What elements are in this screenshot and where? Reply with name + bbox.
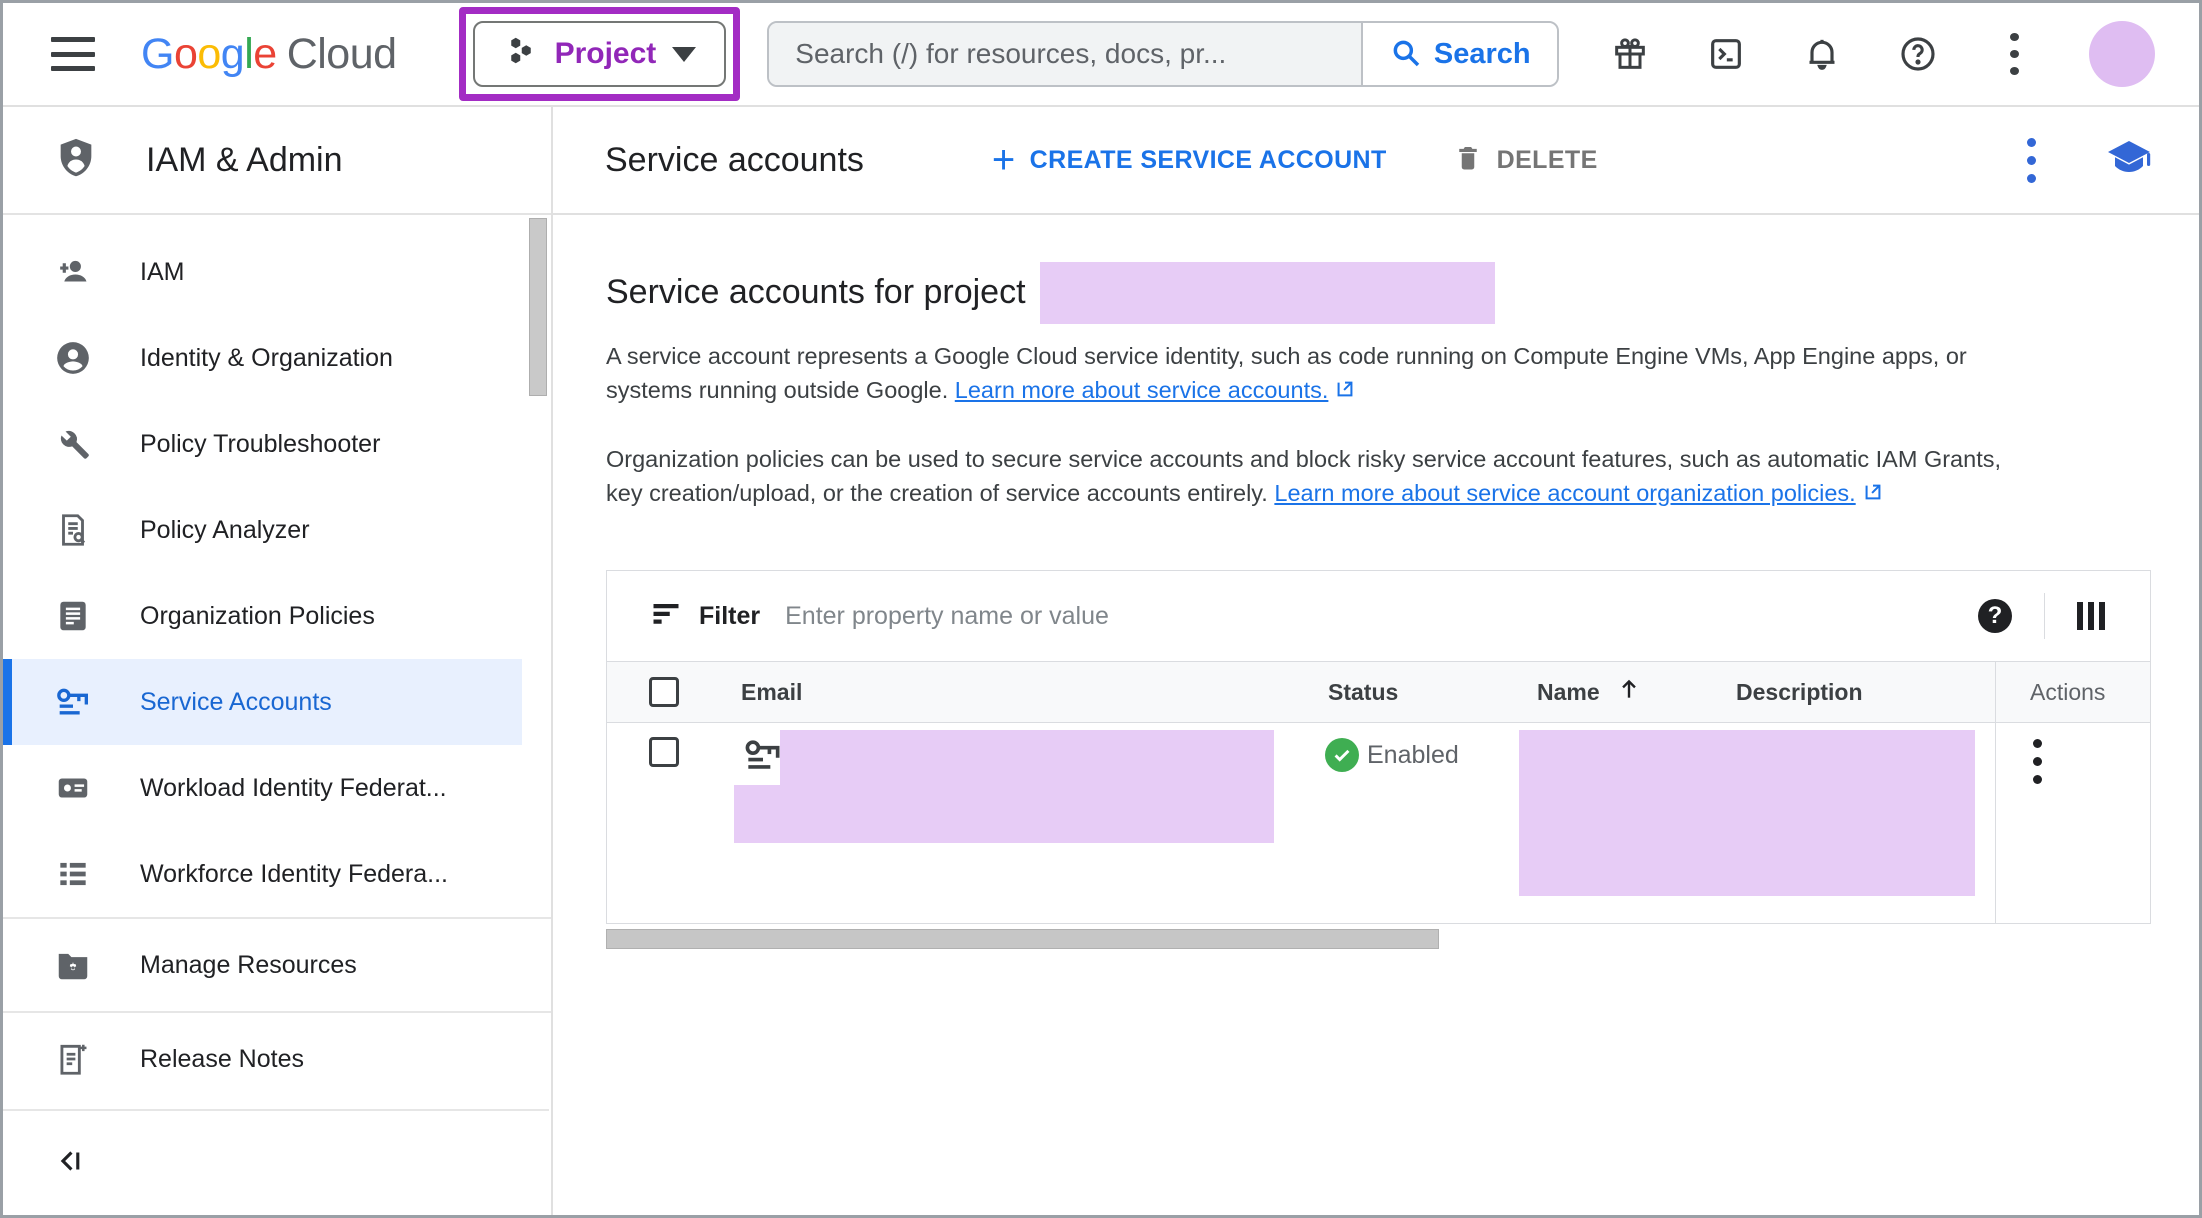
article-icon — [53, 596, 93, 636]
wrench-icon — [53, 424, 93, 464]
project-selector-label: Project — [555, 37, 657, 71]
redacted-project-name — [1040, 262, 1495, 324]
status-badge: Enabled — [1325, 738, 1459, 772]
select-all-checkbox-cell — [607, 677, 721, 707]
sidebar-item-policy-analyzer[interactable]: Policy Analyzer — [3, 487, 551, 573]
sidebar-nav: IAM Identity & Organization Policy Troub… — [3, 215, 551, 1105]
project-selector-highlight-frame: Project — [459, 7, 741, 101]
iam-shield-icon — [53, 135, 99, 186]
intro-heading: Service accounts for project — [606, 261, 2146, 324]
intro-paragraph-2: Organization policies can be used to sec… — [606, 442, 2146, 512]
redacted-email-line1 — [780, 730, 1274, 785]
horizontal-scrollbar-thumb[interactable] — [606, 929, 1439, 949]
hexagon-cluster-icon — [503, 34, 539, 75]
column-chooser-icon[interactable] — [2077, 602, 2105, 630]
release-notes-icon — [53, 1039, 93, 1079]
sidebar-scrollbar-thumb[interactable] — [529, 218, 547, 396]
sidebar-header: IAM & Admin — [3, 107, 551, 215]
intro-paragraph-1: A service account represents a Google Cl… — [606, 339, 2146, 409]
sidebar-item-organization-policies[interactable]: Organization Policies — [3, 573, 551, 659]
table-row: Enabled — [607, 723, 2150, 923]
main-panel: Service accounts + CREATE SERVICE ACCOUN… — [553, 107, 2199, 1215]
sidebar-footer — [3, 1109, 549, 1215]
chevron-down-icon — [672, 47, 696, 62]
badge-card-icon — [53, 768, 93, 808]
list-icon — [53, 854, 93, 894]
page-header: Service accounts + CREATE SERVICE ACCOUN… — [553, 107, 2199, 215]
page-title: Service accounts — [605, 141, 864, 180]
gcp-console-window: Google Cloud Project — [0, 0, 2202, 1218]
more-vert-icon[interactable] — [1993, 33, 2035, 75]
column-header-description[interactable]: Description — [1717, 679, 1995, 706]
project-selector-button[interactable]: Project — [473, 21, 727, 87]
iam-admin-sidebar: IAM & Admin IAM Identity & Organi — [3, 107, 553, 1215]
learn-more-org-policies-link[interactable]: Learn more about service account organiz… — [1274, 480, 1855, 506]
global-search: Search — [767, 21, 1559, 87]
external-link-icon — [1862, 478, 1884, 512]
service-account-key-icon — [53, 682, 93, 722]
top-app-bar: Google Cloud Project — [3, 3, 2199, 107]
column-header-status[interactable]: Status — [1307, 679, 1517, 706]
select-all-checkbox[interactable] — [649, 677, 679, 707]
column-header-actions: Actions — [1995, 662, 2150, 722]
row-checkbox[interactable] — [649, 737, 679, 767]
topbar-actions — [1609, 21, 2199, 87]
delete-button[interactable]: DELETE — [1453, 141, 1598, 180]
redacted-name-description — [1519, 730, 1975, 896]
person-add-icon — [53, 252, 93, 292]
more-vert-icon[interactable] — [2027, 138, 2067, 183]
actions-column-divider — [1995, 723, 1996, 923]
column-header-name[interactable]: Name — [1517, 675, 1717, 709]
search-button[interactable]: Search — [1361, 23, 1557, 85]
sidebar-item-release-notes[interactable]: Release Notes — [3, 1013, 551, 1105]
folder-gear-icon — [53, 945, 93, 985]
plus-icon: + — [992, 145, 1016, 175]
help-icon[interactable] — [1897, 33, 1939, 75]
main-menu-icon[interactable] — [51, 37, 95, 71]
sidebar-item-workforce-identity-federation[interactable]: Workforce Identity Federa... — [3, 831, 551, 917]
column-header-email[interactable]: Email — [721, 679, 1307, 706]
service-accounts-table-card: Filter ? Email Status — [606, 570, 2151, 924]
school-icon[interactable] — [2105, 134, 2153, 187]
sidebar-item-iam[interactable]: IAM — [3, 229, 551, 315]
create-service-account-button[interactable]: + CREATE SERVICE ACCOUNT — [992, 145, 1387, 175]
cloud-shell-icon[interactable] — [1705, 33, 1747, 75]
filter-bar: Filter ? — [607, 571, 2150, 661]
doc-search-icon — [53, 510, 93, 550]
search-input[interactable] — [769, 23, 1361, 85]
trash-icon — [1453, 141, 1483, 180]
sidebar-item-identity-organization[interactable]: Identity & Organization — [3, 315, 551, 401]
gift-icon[interactable] — [1609, 33, 1651, 75]
filter-label: Filter — [699, 602, 760, 631]
filter-input[interactable] — [785, 602, 1978, 631]
sidebar-item-service-accounts[interactable]: Service Accounts — [3, 659, 522, 745]
sidebar-item-manage-resources[interactable]: Manage Resources — [3, 919, 551, 1011]
sort-ascending-arrow-icon — [1616, 675, 1642, 709]
search-icon — [1390, 37, 1422, 72]
avatar[interactable] — [2089, 21, 2155, 87]
check-circle-icon — [1325, 738, 1359, 772]
account-circle-icon — [53, 338, 93, 378]
service-account-key-icon — [741, 733, 785, 782]
sidebar-title: IAM & Admin — [146, 141, 343, 180]
page-content: Service accounts for project A service a… — [553, 261, 2199, 949]
collapse-panel-icon[interactable] — [53, 1144, 87, 1183]
redacted-email-line2 — [734, 785, 1274, 843]
external-link-icon — [1334, 375, 1356, 409]
row-actions-menu-icon[interactable] — [2033, 739, 2063, 784]
help-filled-icon[interactable]: ? — [1978, 599, 2012, 633]
filter-icon — [651, 601, 681, 632]
google-cloud-logo[interactable]: Google Cloud — [141, 30, 397, 79]
notifications-icon[interactable] — [1801, 33, 1843, 75]
table-header-row: Email Status Name Descrip — [607, 661, 2150, 723]
sidebar-item-policy-troubleshooter[interactable]: Policy Troubleshooter — [3, 401, 551, 487]
learn-more-service-accounts-link[interactable]: Learn more about service accounts. — [955, 377, 1329, 403]
divider — [2044, 593, 2045, 639]
sidebar-item-workload-identity-federation[interactable]: Workload Identity Federat... — [3, 745, 551, 831]
